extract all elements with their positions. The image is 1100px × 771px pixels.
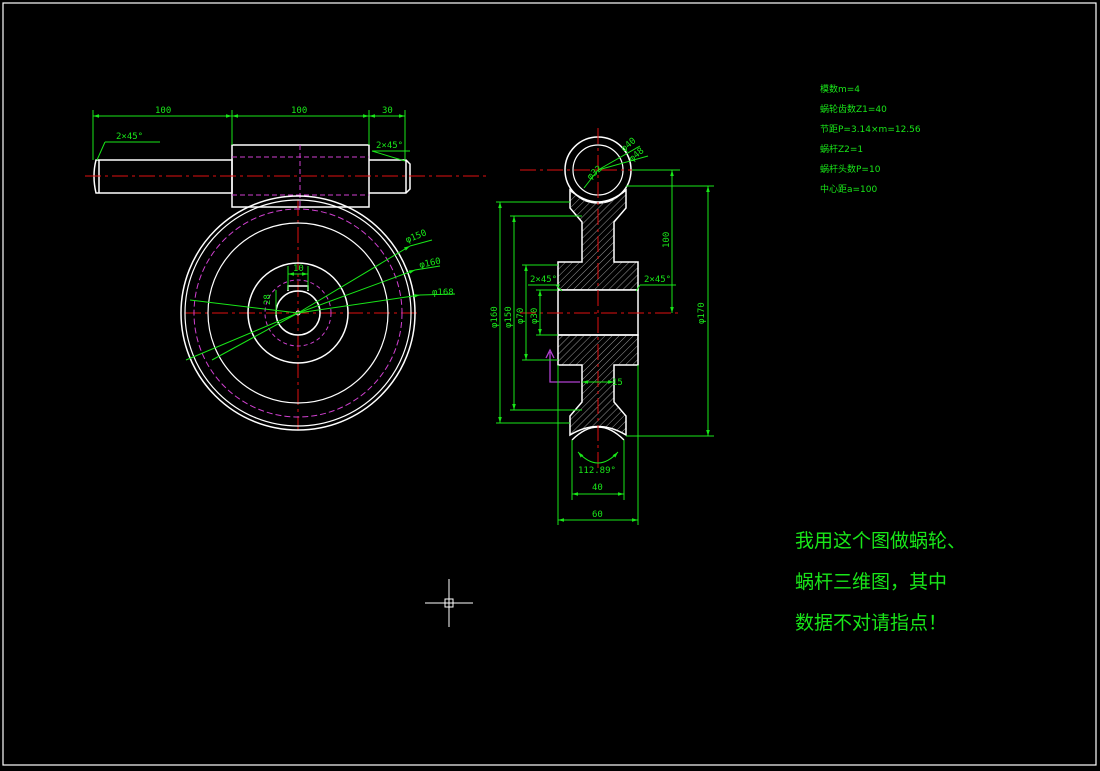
- wheel-front-dia-160: φ160: [419, 257, 442, 271]
- side-width-60: 60: [592, 510, 603, 520]
- side-center-dist: 100: [662, 232, 672, 248]
- param-line-6: 中心距a=100: [820, 183, 878, 195]
- wheel-side-view: [520, 128, 680, 470]
- side-top-dia-32: φ32: [586, 164, 605, 182]
- question-line-1: 我用这个图做蜗轮、: [795, 530, 966, 552]
- question-line-3: 数据不对请指点！: [795, 612, 947, 634]
- worm-chamfer-right: 2×45°: [376, 141, 403, 151]
- side-width-40: 40: [592, 483, 603, 493]
- crosshair-cursor-icon[interactable]: [425, 579, 473, 627]
- wheel-front-dia-150: φ150: [404, 228, 428, 245]
- worm-chamfer-left: 2×45°: [116, 132, 143, 142]
- param-line-2: 蜗轮齿数Z1=40: [820, 103, 887, 115]
- side-angle: 112.89°: [578, 466, 616, 476]
- side-chamfer-right: 2×45°: [644, 275, 671, 285]
- cad-drawing: 100 100 30 2×45° 2×45° φ150 φ160 φ168 10…: [2, 2, 1097, 766]
- worm-dim-left: 100: [155, 106, 171, 116]
- side-dia-a: φ160: [490, 306, 500, 328]
- drawing-border: [2, 2, 1097, 766]
- worm-dim-right: 30: [382, 106, 393, 116]
- wheel-front-key-height: 28: [263, 294, 273, 305]
- param-line-1: 模数m=4: [820, 83, 860, 95]
- parameter-notes: 模数m=4 蜗轮齿数Z1=40 节距P=3.14×m=12.56 蜗杆Z2=1 …: [820, 83, 921, 195]
- question-text: 我用这个图做蜗轮、 蜗杆三维图，其中 数据不对请指点！: [795, 530, 966, 634]
- side-overall-dia: φ170: [697, 302, 707, 324]
- param-line-4: 蜗杆Z2=1: [820, 143, 863, 155]
- worm-dim-mid: 100: [291, 106, 307, 116]
- side-dia-d: φ30: [530, 308, 540, 324]
- param-line-3: 节距P=3.14×m=12.56: [820, 124, 921, 135]
- wheel-front-key-width: 10: [293, 264, 304, 274]
- wheel-front-dia-168: φ168: [432, 288, 454, 298]
- side-chamfer-left: 2×45°: [530, 275, 557, 285]
- question-line-2: 蜗杆三维图，其中: [795, 571, 947, 593]
- side-dia-c: φ70: [516, 308, 526, 324]
- param-line-5: 蜗杆头数P=10: [820, 163, 881, 175]
- side-web-width: 15: [612, 378, 623, 388]
- side-dia-b: φ150: [504, 306, 514, 328]
